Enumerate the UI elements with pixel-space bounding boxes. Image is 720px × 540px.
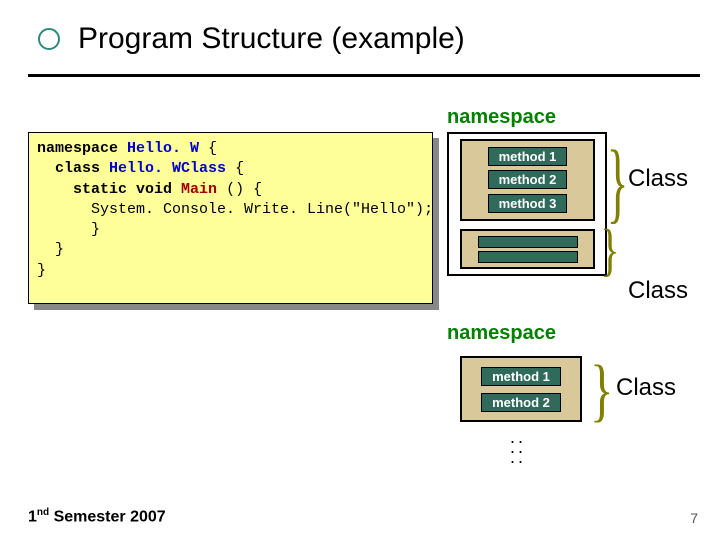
brace-icon: } — [607, 148, 629, 218]
class-label-3: Class — [616, 374, 676, 402]
slide-title: Program Structure (example) — [78, 22, 465, 56]
method-pill-1b: method 1 — [481, 367, 561, 386]
footer-text: 1nd Semester 2007 — [28, 507, 166, 526]
brace-icon: } — [590, 362, 614, 420]
method-pill-empty — [478, 251, 578, 263]
cls-hellowclass: Hello. WClass — [100, 160, 226, 177]
code-brace: { — [226, 160, 244, 177]
method-main: Main — [172, 181, 217, 198]
vertical-dots-icon: . .. .. . — [510, 434, 522, 464]
title-bullet-icon — [38, 28, 60, 50]
code-brace: } — [37, 221, 100, 238]
title-underline — [28, 74, 700, 77]
kw-static-void: static void — [73, 181, 172, 198]
code-brace: } — [37, 262, 46, 279]
code-sig: () { — [217, 181, 262, 198]
kw-namespace: namespace — [37, 140, 118, 157]
code-brace: { — [199, 140, 217, 157]
code-line-writeline: System. Console. Write. Line("Hello"); — [37, 201, 433, 218]
cls-hellow: Hello. W — [127, 140, 199, 157]
code-sample: namespace Hello. W { class Hello. WClass… — [28, 132, 433, 304]
page-number: 7 — [690, 510, 698, 526]
method-pill-1: method 1 — [488, 147, 568, 166]
namespace-label-1: namespace — [447, 106, 556, 129]
indent — [37, 160, 55, 177]
class-label-2: Class — [628, 277, 688, 305]
brace-icon: } — [600, 230, 619, 270]
class-label-1: Class — [628, 165, 688, 193]
code-brace: } — [37, 241, 64, 258]
class-box-1: method 1 method 2 method 3 — [460, 139, 595, 221]
footer-sup: nd — [37, 507, 49, 518]
kw-class: class — [55, 160, 100, 177]
footer-rest: Semester 2007 — [49, 508, 166, 525]
namespace-label-2: namespace — [447, 322, 556, 345]
method-pill-2b: method 2 — [481, 393, 561, 412]
method-pill-empty — [478, 236, 578, 248]
indent — [37, 181, 73, 198]
class-box-2 — [460, 229, 595, 269]
footer-1: 1 — [28, 508, 37, 525]
class-box-3: method 1 method 2 — [460, 356, 582, 422]
method-pill-2: method 2 — [488, 170, 568, 189]
method-pill-3: method 3 — [488, 194, 568, 213]
